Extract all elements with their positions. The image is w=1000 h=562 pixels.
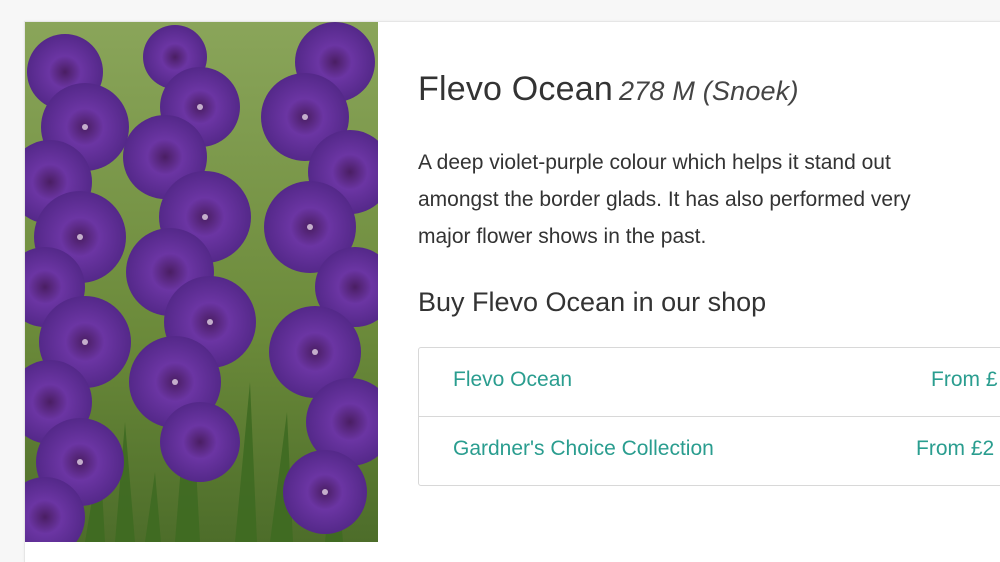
- product-image: [25, 22, 378, 542]
- shop-item-price[interactable]: From £2: [916, 437, 994, 461]
- product-card: Flevo Ocean 278 M (Snoek) A deep violet-p…: [24, 21, 1000, 562]
- description-line: amongst the border glads. It has also pe…: [418, 188, 911, 211]
- product-description: A deep violet-purple colour which helps …: [418, 144, 1000, 255]
- page-title: Flevo Ocean 278 M (Snoek): [418, 70, 799, 109]
- product-name: Flevo Ocean: [418, 70, 613, 108]
- description-line: A deep violet-purple colour which helps …: [418, 151, 891, 174]
- product-subtitle: 278 M (Snoek): [618, 76, 799, 106]
- shop-list: Flevo Ocean From £ Gardner's Choice Coll…: [418, 347, 1000, 486]
- shop-item-price[interactable]: From £: [931, 368, 998, 392]
- shop-item-gardners-choice-collection[interactable]: Gardner's Choice Collection From £2: [419, 416, 1000, 485]
- shop-item-flevo-ocean[interactable]: Flevo Ocean From £: [419, 348, 1000, 416]
- shop-heading: Buy Flevo Ocean in our shop: [418, 287, 767, 317]
- product-details: Flevo Ocean 278 M (Snoek) A deep violet-p…: [418, 22, 1000, 542]
- description-line: major flower shows in the past.: [418, 225, 707, 248]
- shop-item-link[interactable]: Flevo Ocean: [453, 368, 572, 392]
- shop-item-link[interactable]: Gardner's Choice Collection: [453, 437, 714, 461]
